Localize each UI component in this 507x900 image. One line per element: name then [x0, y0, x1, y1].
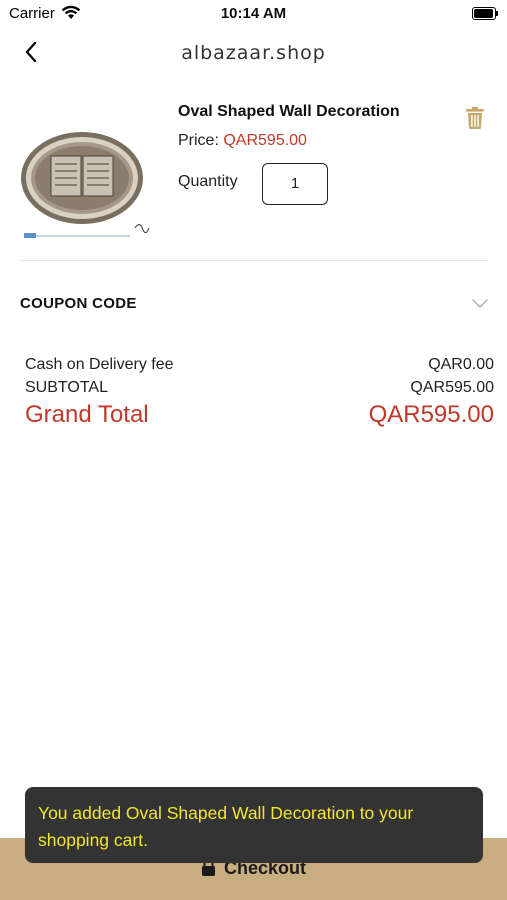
added-to-cart-toast: You added Oval Shaped Wall Decoration to… — [25, 787, 483, 863]
grand-total-value: QAR595.00 — [368, 401, 494, 428]
status-bar: Carrier 10:14 AM — [0, 0, 507, 30]
quantity-label: Quantity — [178, 173, 238, 190]
subtotal-value: QAR595.00 — [410, 379, 494, 396]
product-name[interactable]: Oval Shaped Wall Decoration — [178, 103, 400, 121]
remove-item-button[interactable] — [465, 106, 485, 130]
subtotal-label: SUBTOTAL — [25, 379, 108, 396]
cod-fee-value: QAR0.00 — [428, 356, 494, 373]
divider — [20, 260, 488, 261]
product-image[interactable] — [20, 118, 152, 242]
trash-icon — [466, 106, 484, 129]
battery-icon — [472, 7, 498, 20]
chevron-down-icon[interactable] — [471, 296, 489, 308]
price-label: Price: — [178, 132, 224, 149]
grand-total-label: Grand Total — [25, 401, 149, 428]
price-value: QAR595.00 — [223, 132, 307, 149]
clock: 10:14 AM — [220, 5, 287, 22]
coupon-code-toggle[interactable]: COUPON CODE — [20, 295, 137, 312]
product-price: Price: QAR595.00 — [178, 132, 307, 150]
quantity-input[interactable]: 1 — [262, 163, 328, 205]
cod-fee-label: Cash on Delivery fee — [25, 356, 174, 373]
brand-logo: albazaar.shop — [181, 42, 326, 64]
